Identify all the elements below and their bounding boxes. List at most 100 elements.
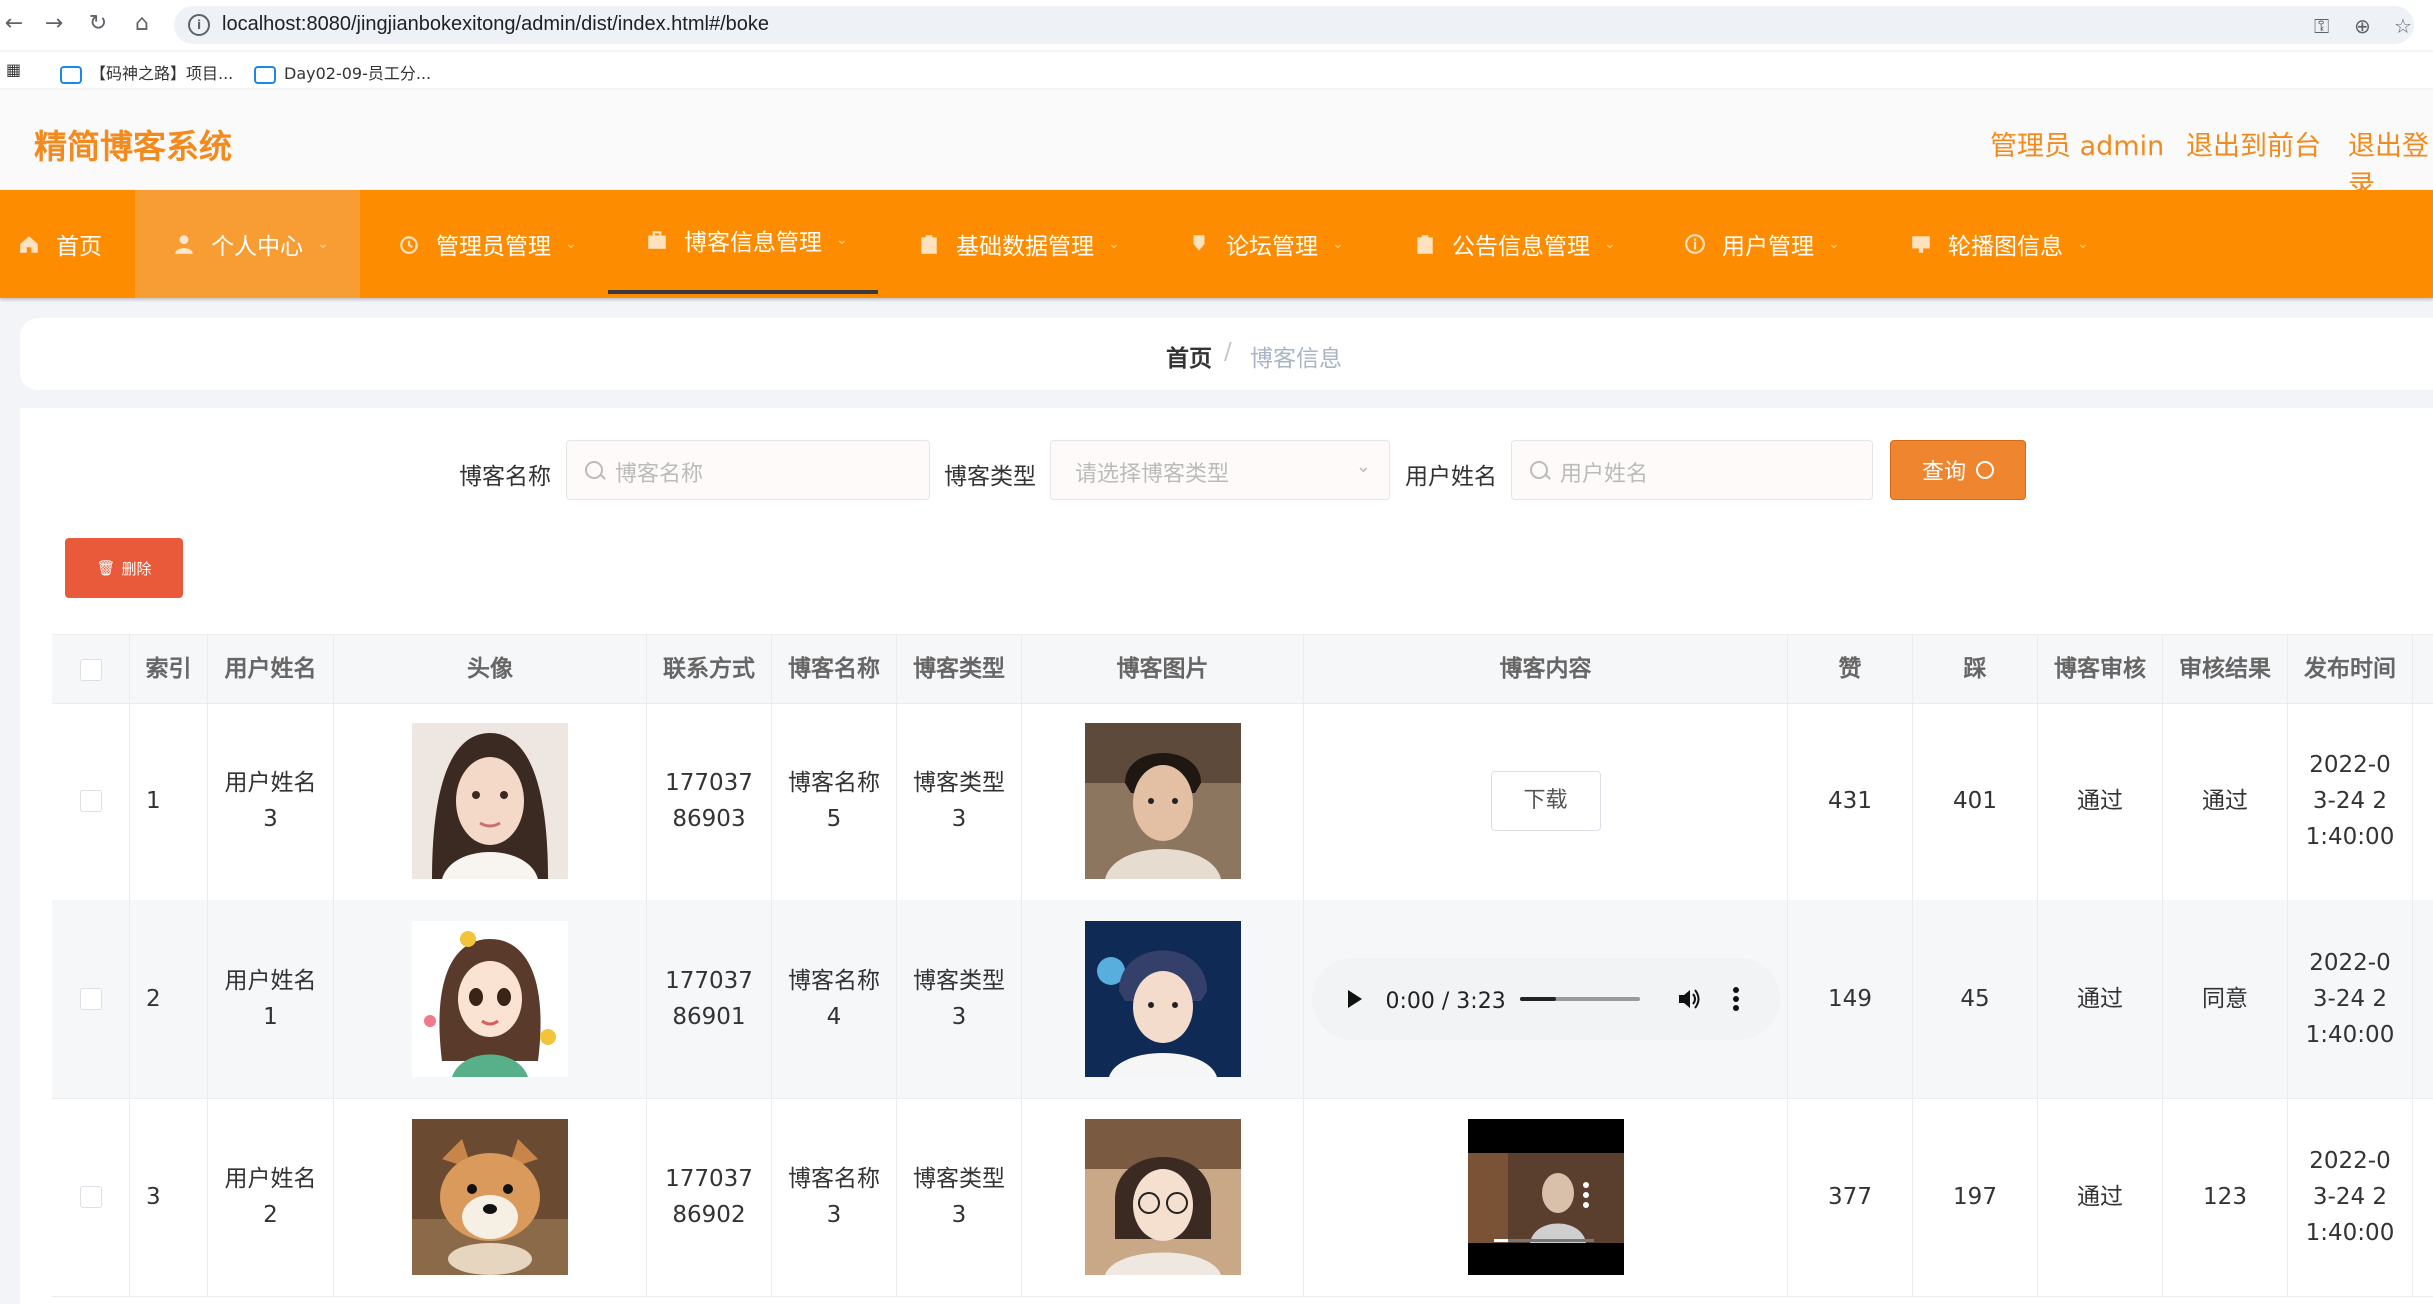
audio-progress-fill [1519, 997, 1556, 1001]
col-blog-name[interactable]: 博客名称 [772, 635, 897, 703]
alarm-icon [400, 236, 418, 254]
trash-icon: 🗑 [96, 559, 116, 577]
col-blog-type[interactable]: 博客类型 [897, 635, 1022, 703]
user-name-label: 用户姓名 [1405, 464, 1497, 490]
menu-label: 论坛管理 [1226, 234, 1318, 260]
blog-name-cell: 博客名称4 [772, 900, 897, 1098]
chevron-down-icon: ⌄ [317, 236, 329, 252]
menu-label: 首页 [56, 234, 102, 260]
bookmark-item[interactable]: 【码神之路】项目... [60, 60, 233, 84]
table-row: 2 用户姓名1 17703786901 博客名称4 博客类型3 0:00 / 3… [52, 900, 2433, 1099]
clipboard-icon [1417, 235, 1433, 254]
reload-icon[interactable]: ↻ [84, 10, 112, 38]
home-browser-icon[interactable]: ⌂ [128, 10, 156, 38]
result-cell: 同意 [2163, 900, 2288, 1098]
avatar-image [412, 723, 568, 879]
menu-admin-management[interactable]: 管理员管理 ⌄ [398, 190, 577, 298]
breadcrumb-home[interactable]: 首页 [1166, 339, 1212, 373]
query-button[interactable]: 查询 [1890, 440, 2026, 500]
bookmark-item[interactable]: Day02-09-员工分... [254, 60, 431, 84]
avatar-cell [334, 702, 647, 900]
user-cell: 用户姓名3 [208, 702, 334, 900]
placeholder: 博客名称 [615, 462, 704, 487]
row-checkbox[interactable] [79, 988, 102, 1010]
forward-icon[interactable]: → [40, 10, 68, 38]
avatar-image [412, 921, 568, 1077]
address-bar[interactable]: i localhost:8080/jingjianbokexitong/admi… [174, 6, 2414, 44]
chevron-down-icon: ⌄ [836, 232, 848, 248]
avatar-cell [334, 900, 647, 1098]
delete-button[interactable]: 🗑 删除 [65, 538, 183, 598]
user-cell: 用户姓名1 [208, 900, 334, 1098]
menu-home[interactable]: 首页 [18, 190, 102, 298]
audio-progress[interactable] [1519, 997, 1640, 1001]
download-button[interactable]: 下载 [1490, 771, 1601, 831]
likes-cell: 431 [1788, 702, 1913, 900]
home-icon [20, 236, 38, 253]
dislikes-cell: 197 [1913, 1098, 2038, 1296]
play-icon[interactable] [1346, 988, 1364, 1010]
table-row: 3 用户姓名2 17703786902 博客名称3 博客类型3 377 197 … [52, 1098, 2433, 1297]
breadcrumb-current: 博客信息 [1250, 346, 1342, 372]
volume-icon[interactable] [1676, 986, 1702, 1012]
exit-front-link[interactable]: 退出到前台 [2186, 124, 2321, 163]
col-index[interactable]: 索引 [130, 635, 208, 703]
col-review[interactable]: 博客审核 [2038, 635, 2163, 703]
blog-name-input[interactable]: 博客名称 [566, 440, 930, 500]
menu-blog-management[interactable]: 博客信息管理 ⌄ [608, 190, 878, 294]
site-info-icon[interactable]: i [188, 14, 210, 36]
browser-toolbar: ← → ↻ ⌂ i localhost:8080/jingjianbokexit… [0, 0, 2433, 50]
breadcrumb: 首页 / 博客信息 [20, 318, 2433, 390]
menu-label: 管理员管理 [436, 234, 551, 260]
chevron-down-icon: ⌄ [565, 236, 577, 252]
key-icon[interactable]: ⚿ [2314, 14, 2329, 38]
url-text: localhost:8080/jingjianbokexitong/admin/… [222, 13, 770, 35]
menu-user-management[interactable]: 用户管理 ⌄ [1684, 190, 1840, 298]
col-likes[interactable]: 赞 [1788, 635, 1913, 703]
menu-carousel[interactable]: 轮播图信息 ⌄ [1910, 190, 2089, 298]
video-player[interactable] [1467, 1119, 1624, 1275]
row-checkbox[interactable] [79, 790, 102, 812]
more-options-icon[interactable] [1732, 986, 1740, 1012]
table-header: 索引 用户姓名 头像 联系方式 博客名称 博客类型 博客图片 博客内容 赞 踩 … [52, 634, 2433, 704]
blog-type-cell: 博客类型3 [897, 900, 1022, 1098]
user-name-input[interactable]: 用户姓名 [1511, 440, 1873, 500]
menu-basic-data[interactable]: 基础数据管理 ⌄ [918, 190, 1120, 298]
index-cell: 2 [130, 900, 208, 1098]
blog-type-select[interactable]: 请选择博客类型 ⌄ [1050, 440, 1390, 500]
avatar-image [412, 1119, 568, 1275]
audio-player[interactable]: 0:00 / 3:23 [1311, 958, 1780, 1040]
star-icon[interactable]: ☆ [2394, 14, 2412, 38]
info-icon [1685, 234, 1705, 254]
menu-label: 用户管理 [1722, 234, 1814, 260]
col-dislikes[interactable]: 踩 [1913, 635, 2038, 703]
blog-image [1084, 921, 1241, 1077]
blog-name-cell: 博客名称5 [772, 702, 897, 900]
monitor-icon [1912, 236, 1930, 253]
row-checkbox[interactable] [79, 1186, 102, 1208]
blog-table: 索引 用户姓名 头像 联系方式 博客名称 博客类型 博客图片 博客内容 赞 踩 … [52, 634, 2433, 1304]
chevron-down-icon: ⌄ [1332, 236, 1344, 252]
menu-notice[interactable]: 公告信息管理 ⌄ [1414, 190, 1616, 298]
blog-image-cell [1022, 900, 1304, 1098]
col-user[interactable]: 用户姓名 [208, 635, 334, 703]
col-blog-content[interactable]: 博客内容 [1304, 635, 1788, 703]
blog-image [1084, 1119, 1241, 1275]
zoom-icon[interactable]: ⊕ [2354, 14, 2371, 38]
col-avatar[interactable]: 头像 [334, 635, 647, 703]
time-cell: 2022-03-24 21:40:00 [2288, 702, 2413, 900]
select-all-checkbox[interactable] [79, 658, 102, 681]
menu-personal-center[interactable]: 个人中心 ⌄ [135, 190, 360, 298]
menu-label: 公告信息管理 [1452, 234, 1590, 260]
dislikes-cell: 45 [1913, 900, 2038, 1098]
row-select-cell [52, 1098, 130, 1296]
content-cell: 0:00 / 3:23 [1304, 900, 1788, 1098]
col-result[interactable]: 审核结果 [2163, 635, 2288, 703]
back-icon[interactable]: ← [0, 10, 28, 38]
col-phone[interactable]: 联系方式 [647, 635, 772, 703]
col-blog-image[interactable]: 博客图片 [1022, 635, 1304, 703]
menu-forum[interactable]: 论坛管理 ⌄ [1188, 190, 1344, 298]
col-time[interactable]: 发布时间 [2288, 635, 2413, 703]
apps-icon[interactable]: ▦ [6, 60, 21, 79]
result-cell: 通过 [2163, 702, 2288, 900]
